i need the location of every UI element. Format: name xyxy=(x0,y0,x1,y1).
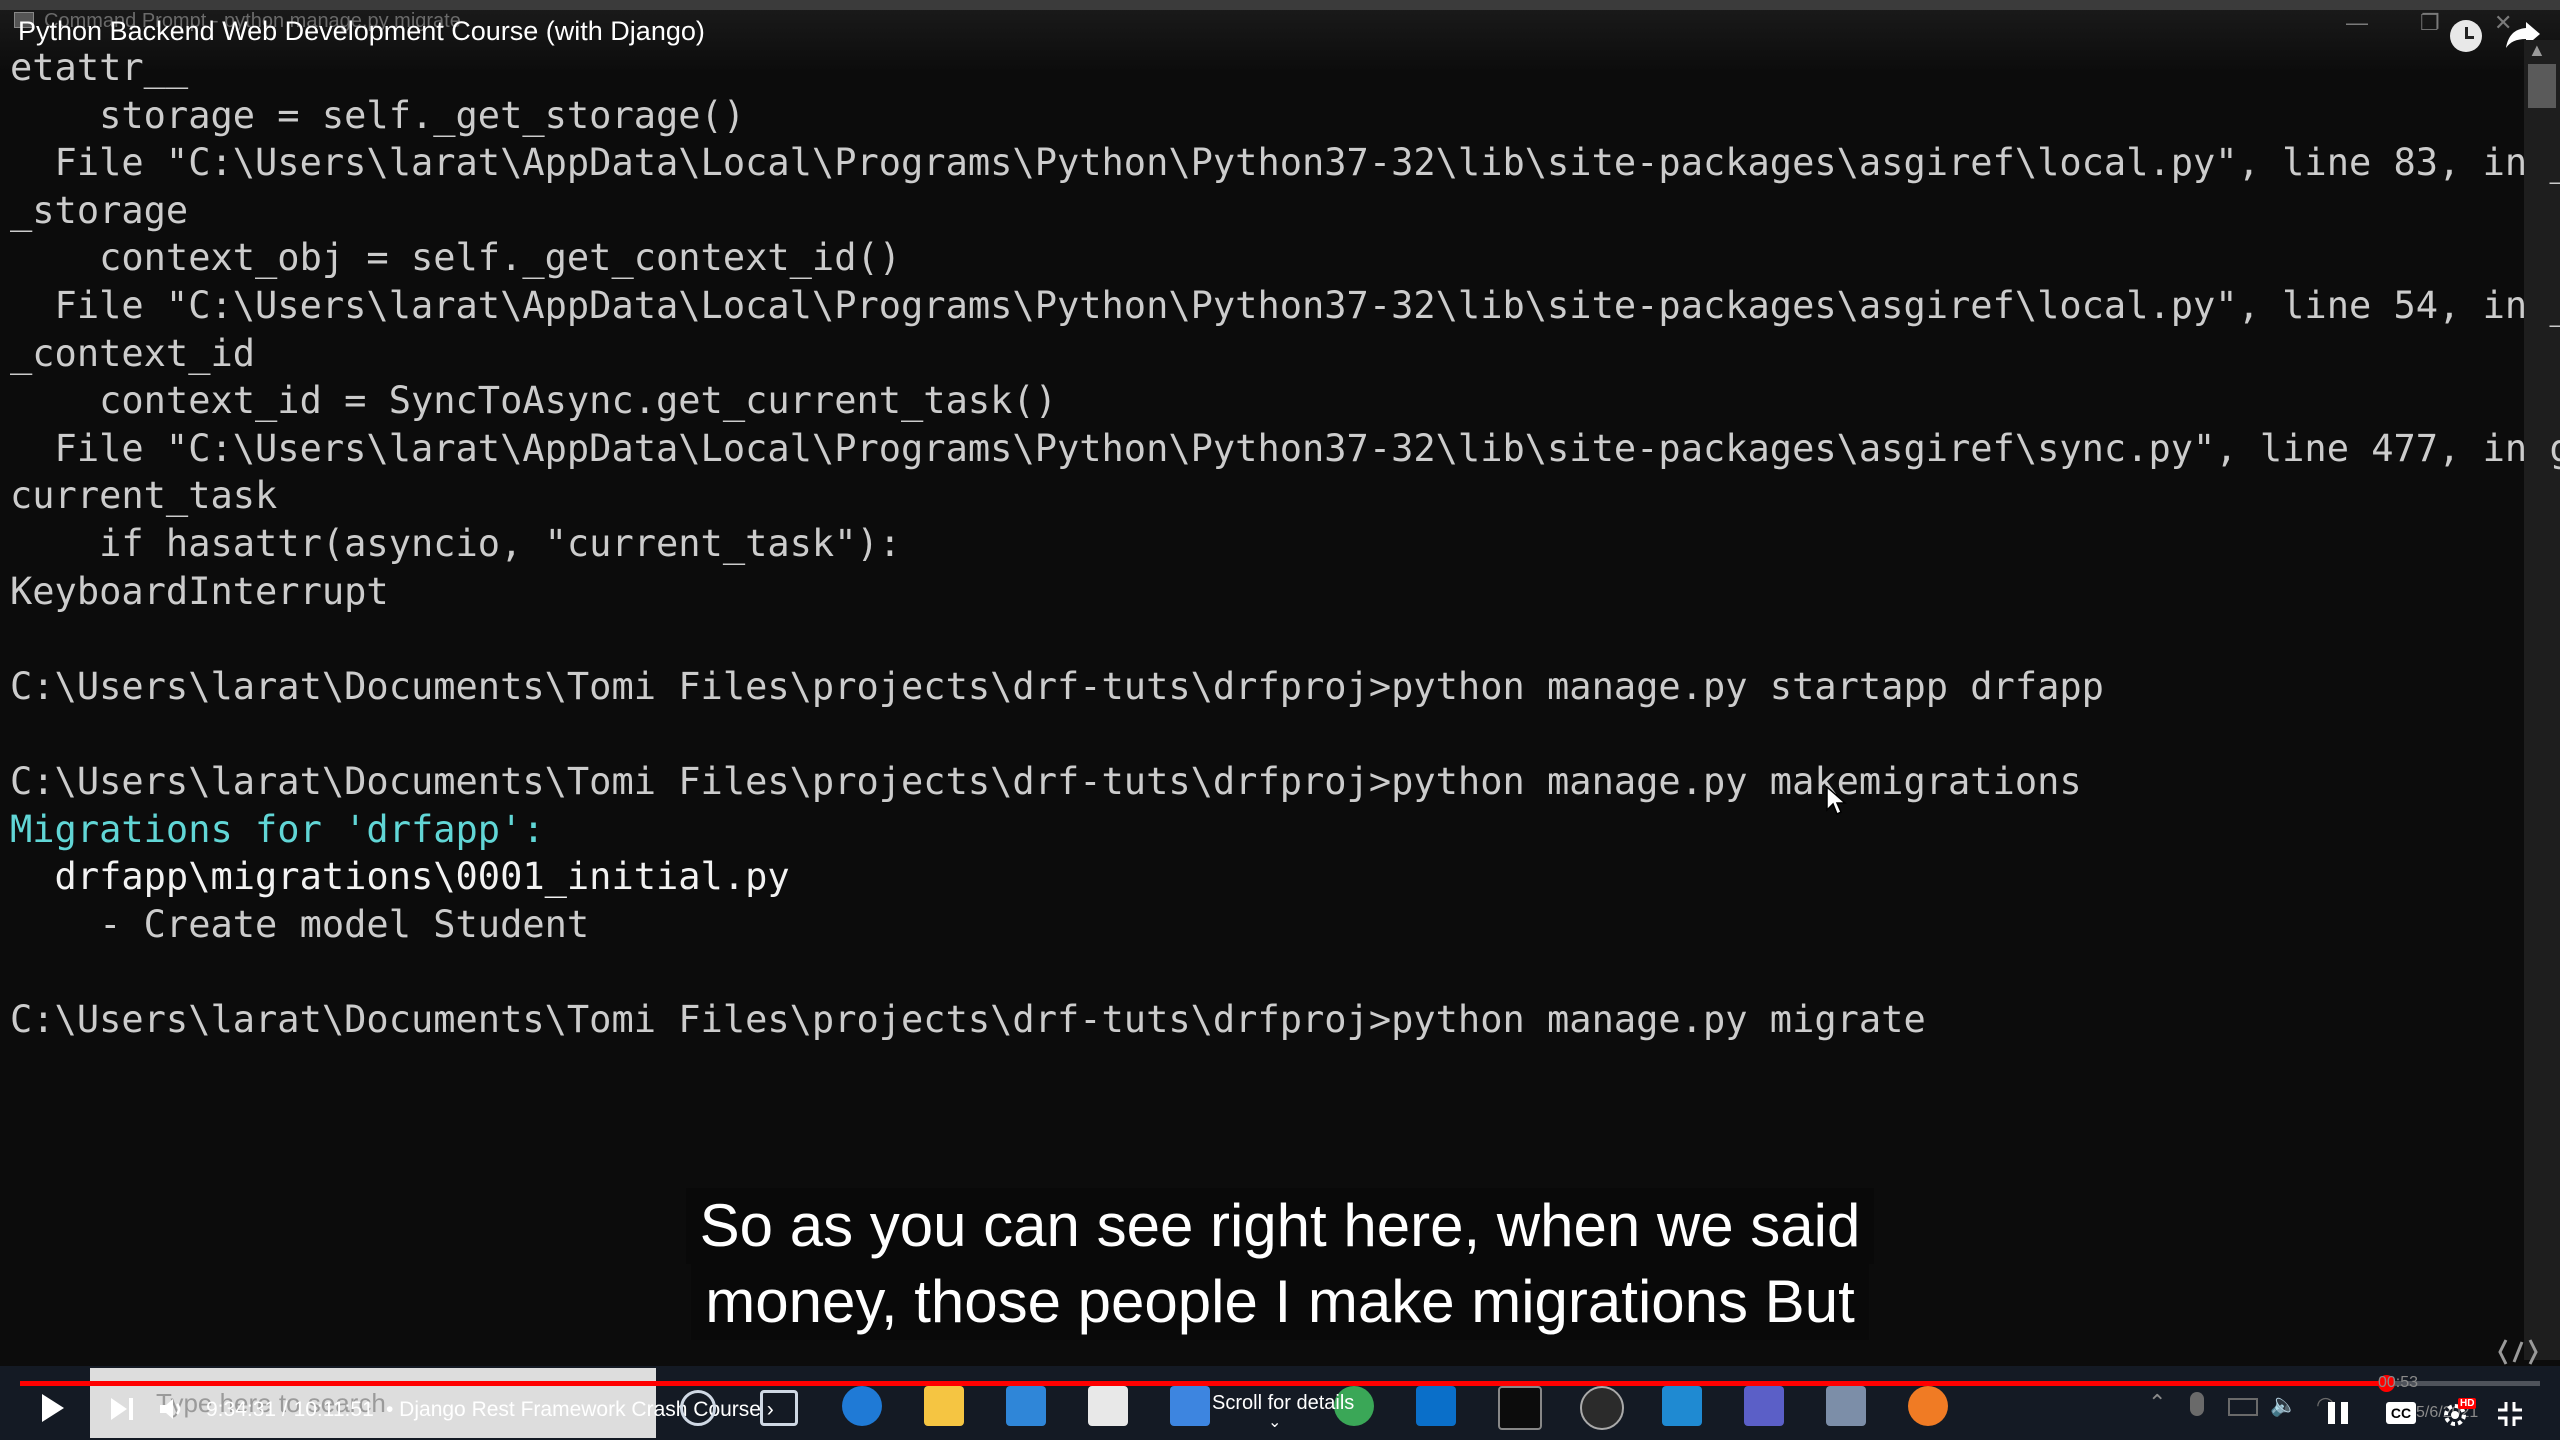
subtitle-line-1: So as you can see right here, when we sa… xyxy=(685,1188,1875,1264)
microphone-icon[interactable] xyxy=(2190,1392,2204,1416)
play-button[interactable] xyxy=(42,1394,64,1422)
vscode-icon[interactable] xyxy=(1662,1386,1702,1426)
chevron-down-icon[interactable]: ⌄ xyxy=(1268,1412,1281,1432)
console-line: etattr__ xyxy=(10,46,189,89)
console-line: current_task xyxy=(10,474,278,518)
console-line: context_obj = self._get_context_id() xyxy=(10,236,902,280)
scroll-for-details[interactable]: Scroll for details xyxy=(1212,1392,1354,1415)
cmd-window-titlebar xyxy=(0,0,2560,10)
console-line: File "C:\Users\larat\AppData\Local\Progr… xyxy=(10,141,2560,185)
restore-icon[interactable]: ❐ xyxy=(2420,10,2440,36)
console-scrollbar[interactable] xyxy=(2524,40,2560,1360)
scroll-up-icon[interactable]: ▲ xyxy=(2528,40,2546,61)
console-line: drfapp\migrations\0001_initial.py xyxy=(10,855,790,899)
console-line: C:\Users\larat\Documents\Tomi Files\proj… xyxy=(10,759,2082,803)
console-line: File "C:\Users\larat\AppData\Local\Progr… xyxy=(10,283,2560,327)
cortana-icon[interactable] xyxy=(680,1390,716,1426)
subtitle-line-2: money, those people I make migrations Bu… xyxy=(691,1264,1869,1340)
edge-icon[interactable] xyxy=(842,1386,882,1426)
mouse-cursor-icon xyxy=(1826,786,1847,816)
command-prompt-icon[interactable] xyxy=(1498,1386,1542,1430)
obs-icon[interactable] xyxy=(1580,1386,1624,1430)
amazon-icon[interactable] xyxy=(1088,1386,1128,1426)
console-line: File "C:\Users\larat\AppData\Local\Progr… xyxy=(10,426,2560,470)
console-line: - Create model Student xyxy=(10,902,590,946)
file-explorer-icon[interactable] xyxy=(924,1386,964,1426)
autoplay-icon[interactable] xyxy=(2328,1402,2348,1424)
dropbox-icon[interactable] xyxy=(1170,1386,1210,1426)
console-line: Migrations for 'drfapp': xyxy=(10,807,545,851)
taskbar-clock: 00:53 xyxy=(2378,1374,2419,1391)
exit-fullscreen-icon[interactable] xyxy=(2496,1400,2524,1428)
console-line: C:\Users\larat\Documents\Tomi Files\proj… xyxy=(10,997,1926,1041)
console-output: etattr__ storage = self._get_storage() F… xyxy=(10,44,2560,1043)
console-line: C:\Users\larat\Documents\Tomi Files\proj… xyxy=(10,664,2104,708)
postman-icon[interactable] xyxy=(1908,1386,1948,1426)
app-icon[interactable] xyxy=(1826,1386,1866,1426)
mail-icon[interactable] xyxy=(1006,1386,1046,1426)
console-line: KeyboardInterrupt xyxy=(10,569,389,613)
console-line: storage = self._get_storage() xyxy=(10,93,746,137)
console-line: if hasattr(asyncio, "current_task"): xyxy=(10,521,902,565)
next-icon[interactable] xyxy=(108,1396,138,1422)
battery-icon[interactable] xyxy=(2228,1398,2258,1416)
console-line: _context_id xyxy=(10,331,256,375)
hd-badge: HD xyxy=(2458,1398,2477,1409)
teams-icon[interactable] xyxy=(1744,1386,1784,1426)
store-icon[interactable] xyxy=(1416,1386,1456,1426)
chevron-up-icon[interactable]: ⌃ xyxy=(2148,1390,2166,1416)
scrollbar-thumb[interactable] xyxy=(2528,64,2556,108)
time-display: 9:34:31 / 10:11:51 xyxy=(206,1398,374,1421)
speaker-icon[interactable]: 🔈 xyxy=(2270,1392,2297,1418)
volume-icon[interactable] xyxy=(158,1396,190,1422)
console-line: context_id = SyncToAsync.get_current_tas… xyxy=(10,379,1057,423)
minimize-icon[interactable]: — xyxy=(2346,10,2368,36)
console-line: _storage xyxy=(10,188,189,232)
video-title[interactable]: Python Backend Web Development Course (w… xyxy=(18,16,705,47)
subtitle-caption: So as you can see right here, when we sa… xyxy=(640,1188,1920,1340)
captions-button[interactable]: CC xyxy=(2386,1402,2416,1424)
task-view-icon[interactable] xyxy=(760,1390,798,1426)
